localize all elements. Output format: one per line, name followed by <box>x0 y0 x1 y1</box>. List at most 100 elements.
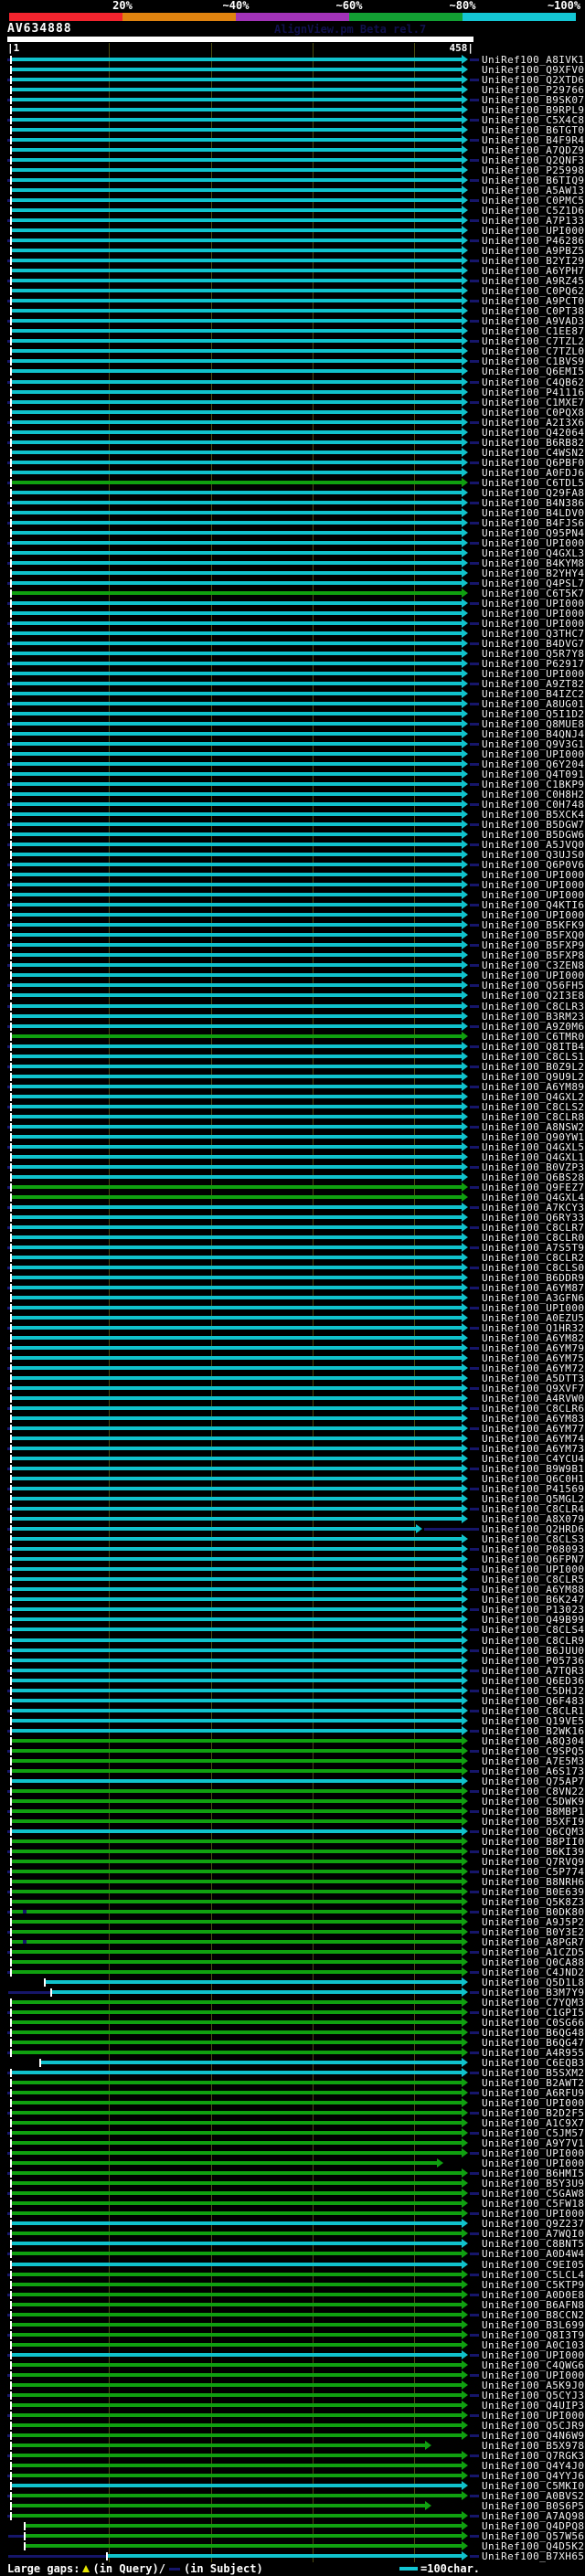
hit-arrowhead <box>462 2219 468 2228</box>
hit-line <box>12 782 462 786</box>
subject-overhang-right <box>470 1911 479 1913</box>
hit-arrowhead <box>462 2350 468 2359</box>
hit-line <box>12 531 462 535</box>
hit-line <box>12 802 462 806</box>
hit-line <box>12 1557 462 1561</box>
hit-arrowhead <box>462 266 468 275</box>
subject-overhang-right <box>470 1307 479 1309</box>
hit-line <box>12 1900 462 1903</box>
hit-line <box>12 501 462 504</box>
hit-arrowhead <box>462 578 468 588</box>
hit-line <box>12 611 462 615</box>
hit-arrowhead <box>462 1605 468 1614</box>
hit-line <box>12 973 462 977</box>
subject-overhang-right <box>470 2172 479 2175</box>
hit-line <box>12 1477 462 1480</box>
hit-arrowhead <box>462 2401 468 2410</box>
subject-overhang-right <box>470 1891 479 1893</box>
hit-arrowhead <box>462 216 468 225</box>
hit-line <box>12 1306 462 1309</box>
subject-overhang-right <box>470 924 479 927</box>
hit-line <box>12 1950 462 1954</box>
hit-arrowhead <box>462 769 468 779</box>
hit-arrowhead <box>462 2280 468 2289</box>
hit-line <box>12 299 462 302</box>
hit-arrowhead <box>462 1716 468 1725</box>
hit-line <box>12 440 462 444</box>
hit-arrowhead <box>462 588 468 598</box>
subject-overhang-right <box>470 904 479 906</box>
hit-line <box>12 178 462 182</box>
hit-arrowhead <box>462 276 468 285</box>
subject-overhang-right <box>470 1810 479 1813</box>
subject-overhang-right <box>470 1508 479 1511</box>
hit-line <box>12 2393 462 2397</box>
hit-arrowhead <box>462 236 468 245</box>
hit-line <box>26 2524 462 2528</box>
hit-label: UniRef100_C8CLS4 <box>482 1624 585 1636</box>
hit-arrowhead <box>462 1062 468 1071</box>
hit-arrowhead <box>462 175 468 185</box>
hit-line <box>46 1980 462 1984</box>
hit-line <box>12 1426 462 1430</box>
subject-overhang-right <box>470 683 479 685</box>
hit-line <box>12 2333 462 2337</box>
hit-line <box>12 1940 462 1944</box>
hit-arrowhead <box>462 1636 468 1645</box>
hit-line <box>12 1065 462 1068</box>
hit-arrowhead <box>462 2088 468 2097</box>
hit-arrowhead <box>462 316 468 325</box>
hit-arrowhead <box>462 970 468 980</box>
hit-arrowhead <box>462 1554 468 1564</box>
hit-line <box>12 2343 462 2347</box>
hit-line <box>12 2443 425 2447</box>
subject-overhang-right <box>470 1005 479 1008</box>
ruler-end-label: 458| <box>449 42 474 54</box>
hit-line <box>12 1537 462 1541</box>
hit-line <box>12 993 462 997</box>
subject-overhang-right <box>470 2274 479 2276</box>
subject-overhang-right <box>470 1267 479 1269</box>
hit-line <box>12 2201 462 2205</box>
hit-arrowhead <box>462 2128 468 2137</box>
hit-line <box>12 118 462 122</box>
hit-arrowhead <box>462 2511 468 2520</box>
hit-arrowhead <box>462 1887 468 1896</box>
hit-arrowhead <box>462 1706 468 1715</box>
hit-arrowhead <box>462 739 468 748</box>
subject-overhang-right <box>470 1991 479 1994</box>
hit-arrowhead <box>462 2481 468 2490</box>
identity-scale-label: ~60% <box>335 0 363 12</box>
hit-arrowhead <box>462 1877 468 1886</box>
hit-arrowhead <box>462 2058 468 2067</box>
hit-line <box>12 1789 462 1793</box>
subject-overhang-right <box>470 1447 479 1450</box>
hit-arrowhead <box>462 1122 468 1131</box>
subject-overhang-right <box>470 381 479 384</box>
hit-arrowhead <box>462 1414 468 1423</box>
hit-line <box>12 1286 462 1289</box>
hit-line <box>12 2273 462 2276</box>
subject-overhang-right <box>470 1588 479 1591</box>
hit-arrowhead <box>462 356 468 366</box>
subject-overhang-right <box>470 1045 479 1048</box>
hit-line <box>12 329 462 333</box>
hit-line <box>12 953 462 957</box>
hit-arrowhead <box>462 1857 468 1866</box>
hit-line <box>12 1165 462 1169</box>
subject-overhang-right <box>470 340 479 343</box>
hit-line <box>12 1769 462 1773</box>
subject-overhang-right <box>470 884 479 886</box>
subject-overhang-right <box>470 2314 479 2316</box>
subject-overhang-right <box>470 1649 479 1652</box>
hit-arrowhead <box>462 1807 468 1816</box>
subject-overhang-right <box>470 2051 479 2054</box>
hit-line <box>12 1416 462 1420</box>
subject-overhang-right <box>470 2454 479 2457</box>
hit-line <box>12 702 462 705</box>
hit-arrowhead <box>462 2018 468 2027</box>
hit-line <box>12 2111 462 2115</box>
hit-line <box>12 1507 462 1511</box>
hit-arrowhead <box>462 2330 468 2339</box>
hit-arrowhead <box>462 759 468 769</box>
